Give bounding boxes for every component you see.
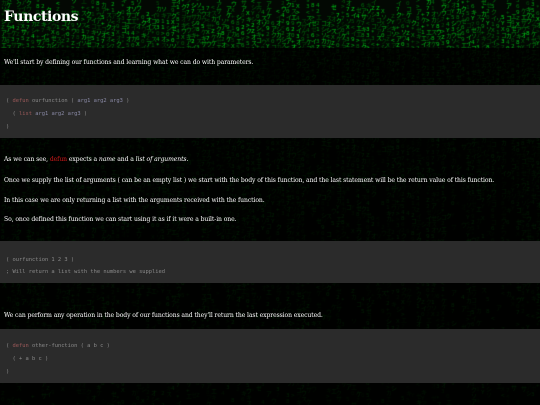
page-header: Functions [0, 0, 540, 48]
page-title: Functions [4, 9, 79, 25]
code-block-defun: ( defun ourfunction ( arg1 arg2 arg3 ) (… [0, 85, 540, 138]
code-line: ) [6, 369, 10, 375]
code-line: ( defun other-function ( a b c ) [6, 343, 110, 349]
usage-description: So, once defined this function we can st… [4, 216, 237, 223]
code-line: ( ourfunction 1 2 3 ) [6, 257, 75, 263]
code-line: ) [6, 124, 10, 130]
code-line: ( + a b c ) [6, 356, 49, 362]
defun-description: As we can see, defun expects a name and … [4, 156, 189, 163]
body-description: Once we supply the list of arguments ( c… [4, 177, 495, 184]
code-block-other-function: ( defun other-function ( a b c ) ( + a b… [0, 329, 540, 383]
code-line: ( defun ourfunction ( arg1 arg2 arg3 ) [6, 98, 130, 104]
code-line: ( list arg1 arg2 arg3 ) [6, 111, 88, 117]
tutorial-content: We'll start by defining our functions an… [0, 48, 540, 405]
intro-paragraph: We'll start by defining our functions an… [4, 59, 254, 66]
code-block-call: ( ourfunction 1 2 3 ) ; Will return a li… [0, 241, 540, 283]
code-comment: ; Will return a list with the numbers we… [6, 269, 166, 275]
return-description: In this case we are only returning a lis… [4, 197, 265, 204]
operations-description: We can perform any operation in the body… [4, 312, 323, 319]
